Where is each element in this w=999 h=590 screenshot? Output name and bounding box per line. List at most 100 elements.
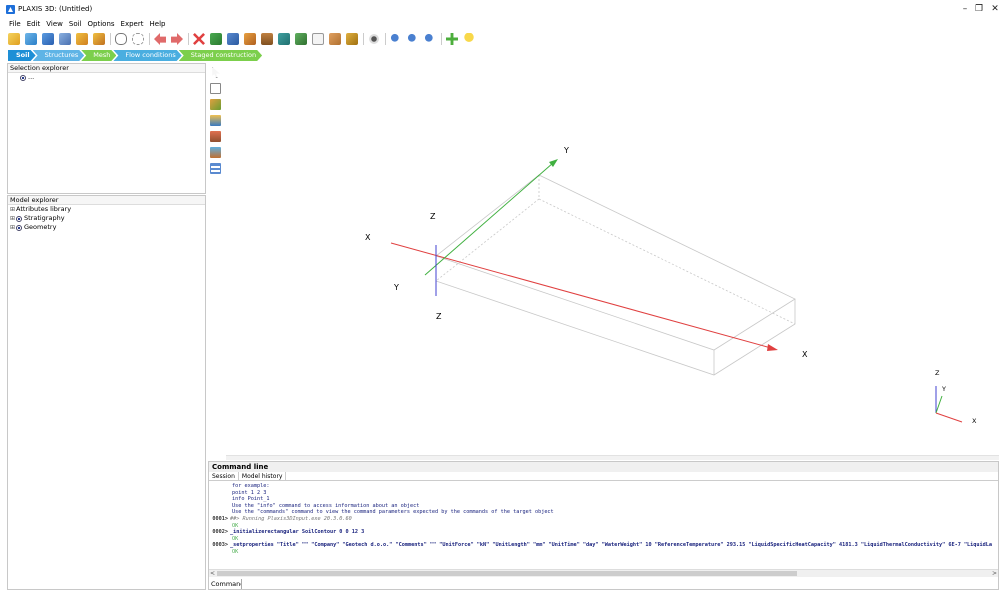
zoom-out-icon[interactable]: [407, 33, 419, 45]
log-line: OK: [209, 549, 998, 556]
toolbar-separator: [110, 33, 111, 45]
export-icon[interactable]: [93, 33, 105, 45]
visibility-radio-icon[interactable]: [16, 215, 22, 222]
log-line-text: info Point_1: [232, 496, 270, 503]
restore-button[interactable]: ❐: [972, 3, 986, 16]
calculate-icon[interactable]: [210, 33, 222, 45]
hint-icon[interactable]: [463, 33, 475, 45]
tree-item-attributes-library[interactable]: ⊞ Attributes library: [8, 205, 205, 214]
import-soil-icon[interactable]: [210, 131, 221, 142]
tab-staged-construction[interactable]: Staged construction: [179, 50, 262, 61]
mesh-icon[interactable]: [295, 33, 307, 45]
model-viewport[interactable]: X X Y Y Z Z Z Y X: [226, 63, 999, 455]
zoom-in-icon[interactable]: [390, 33, 402, 45]
tree-item-geometry[interactable]: ⊞ Geometry: [8, 223, 205, 232]
new-project-icon[interactable]: [8, 33, 20, 45]
z-axis-label-positive: Z: [430, 212, 436, 221]
modify-soil-icon[interactable]: [210, 115, 221, 126]
log-line: Use the "commands" command to view the c…: [209, 509, 998, 516]
save-view-icon[interactable]: [346, 33, 358, 45]
command-input-label: Command: [211, 580, 245, 588]
link-icon[interactable]: [115, 33, 127, 45]
log-line-number: 0003>: [212, 542, 228, 549]
visibility-icon[interactable]: [368, 33, 380, 45]
home-icon[interactable]: [329, 33, 341, 45]
viewport-canvas: [390, 159, 963, 423]
x-axis-line: [390, 242, 772, 349]
visibility-radio-icon[interactable]: [16, 224, 22, 231]
selection-item[interactable]: ...: [8, 73, 205, 82]
undo-icon[interactable]: [154, 33, 166, 45]
command-input[interactable]: [241, 579, 981, 589]
model-explorer-title: Model explorer: [8, 196, 205, 205]
delete-icon[interactable]: [193, 33, 205, 45]
scrollbar-thumb[interactable]: [217, 571, 797, 576]
zoom-window-icon[interactable]: [424, 33, 436, 45]
tree-item-label: Geometry: [24, 223, 57, 231]
borehole-icon[interactable]: [261, 33, 273, 45]
menu-edit[interactable]: Edit: [24, 19, 44, 30]
log-line-number: [209, 483, 230, 490]
menu-view[interactable]: View: [43, 19, 66, 30]
show-materials-icon[interactable]: [210, 163, 221, 174]
toolbar-separator: [188, 33, 189, 45]
structure-icon[interactable]: [278, 33, 290, 45]
log-line-text: OK: [232, 535, 239, 542]
tab-model-history[interactable]: Model history: [239, 472, 287, 480]
mode-tabs: Soil Structures Mesh Flow conditions Sta…: [8, 50, 259, 61]
close-button[interactable]: ✕: [988, 3, 999, 16]
tab-session[interactable]: Session: [209, 472, 239, 480]
log-line-text: ##> Running Plaxis3DInput.exe 20.3.0.60: [230, 515, 352, 522]
log-line-text: for example:: [232, 483, 270, 489]
print-icon[interactable]: [227, 33, 239, 45]
log-line-number: [209, 503, 230, 510]
main-toolbar: [0, 30, 999, 48]
tree-item-label: Attributes library: [16, 205, 72, 213]
toolbar-separator: [149, 33, 150, 45]
menu-options[interactable]: Options: [85, 19, 118, 30]
log-line-number: [209, 509, 230, 516]
select-rectangle-icon[interactable]: [210, 83, 221, 94]
soil-box: [435, 174, 796, 376]
y-axis-label-positive: Y: [564, 146, 569, 155]
save-as-icon[interactable]: [59, 33, 71, 45]
save-icon[interactable]: [42, 33, 54, 45]
triad-y-label: Y: [942, 385, 946, 393]
triad-x-label: X: [972, 417, 977, 425]
scroll-left-icon[interactable]: <: [210, 570, 215, 578]
log-line-text: OK: [232, 522, 239, 529]
soil-icon[interactable]: [244, 33, 256, 45]
water-level-icon[interactable]: [210, 147, 221, 158]
side-toolbar: [207, 63, 225, 174]
open-project-icon[interactable]: [25, 33, 37, 45]
menu-expert[interactable]: Expert: [118, 19, 147, 30]
tree-item-stratigraphy[interactable]: ⊞ Stratigraphy: [8, 214, 205, 223]
redo-icon[interactable]: [171, 33, 183, 45]
box-icon[interactable]: [312, 33, 324, 45]
selection-item-label: ...: [28, 73, 35, 81]
scroll-right-icon[interactable]: >: [992, 570, 997, 578]
x-axis-label-negative: X: [365, 233, 371, 242]
log-line-number: [209, 549, 230, 556]
log-line-text: Use the "info" command to access informa…: [232, 502, 420, 509]
triad-z-label: Z: [935, 369, 940, 377]
add-icon[interactable]: [446, 33, 458, 45]
tab-mesh[interactable]: Mesh: [81, 50, 116, 61]
menu-soil[interactable]: Soil: [66, 19, 85, 30]
tab-structures[interactable]: Structures: [33, 50, 85, 61]
log-line: 0001> ##> Running Plaxis3DInput.exe 20.3.…: [209, 516, 998, 523]
unlink-icon[interactable]: [132, 33, 144, 45]
menu-help[interactable]: Help: [147, 19, 169, 30]
menu-file[interactable]: File: [6, 19, 24, 30]
minimize-button[interactable]: –: [958, 3, 972, 16]
import-icon[interactable]: [76, 33, 88, 45]
session-log: for example: point 1 2 3 info Point_1 Use…: [209, 483, 998, 569]
create-borehole-icon[interactable]: [210, 99, 221, 110]
log-horizontal-scrollbar[interactable]: < >: [209, 569, 998, 577]
log-line-text: OK: [232, 548, 239, 555]
tab-soil[interactable]: Soil: [8, 50, 36, 61]
select-pointer-icon[interactable]: [212, 67, 220, 78]
x-axis-label-positive: X: [802, 350, 808, 359]
orientation-triad: [935, 386, 963, 423]
tab-flow-conditions[interactable]: Flow conditions: [113, 50, 181, 61]
